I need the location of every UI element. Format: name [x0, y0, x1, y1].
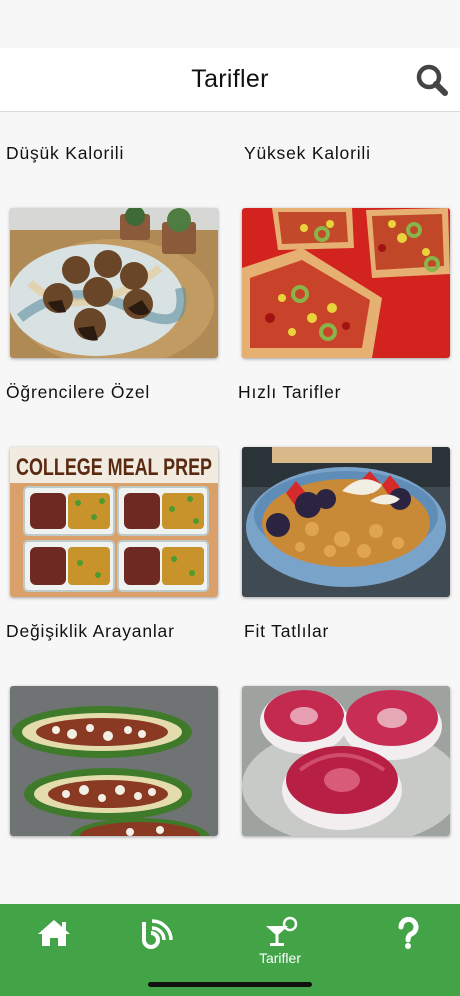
nav-label-recipes: Tarifler: [258, 950, 301, 966]
category-title: Yüksek Kalorili: [244, 143, 371, 163]
category-title: Düşük Kalorili: [6, 143, 125, 163]
recipe-category-grid: Düşük Kalorili Yüksek Kalorili Öğrencile…: [0, 113, 460, 904]
help-icon: [398, 916, 419, 949]
blog-icon: [142, 919, 173, 949]
category-image-granola[interactable]: [242, 447, 450, 597]
status-bar: [0, 0, 460, 48]
search-button[interactable]: [414, 62, 450, 98]
category-title: Değişiklik Arayanlar: [6, 621, 175, 641]
category-image-desserts[interactable]: [242, 686, 450, 836]
category-image-meal-prep[interactable]: COLLEGE MEAL PREP: [10, 447, 218, 597]
category-image-zucchini[interactable]: [10, 686, 218, 836]
meal-prep-image-text: COLLEGE MEAL PREP: [16, 454, 212, 481]
page-title: Tarifler: [191, 65, 269, 93]
nav-home[interactable]: [24, 916, 84, 966]
category-title: Fit Tatlılar: [244, 621, 330, 641]
category-title: Öğrencilere Özel: [6, 382, 151, 402]
nav-blog[interactable]: [122, 916, 182, 966]
nav-help[interactable]: [378, 916, 438, 966]
home-indicator: [148, 982, 312, 987]
app-bar: Tarifler: [0, 48, 460, 112]
cocktail-icon: [266, 916, 298, 946]
search-icon: [416, 64, 448, 96]
category-image-pizza[interactable]: [242, 208, 450, 358]
nav-recipes[interactable]: Tarifler: [250, 916, 310, 966]
category-image-cookies[interactable]: [10, 208, 218, 358]
category-title: Hızlı Tarifler: [238, 382, 342, 402]
home-icon: [38, 920, 70, 946]
